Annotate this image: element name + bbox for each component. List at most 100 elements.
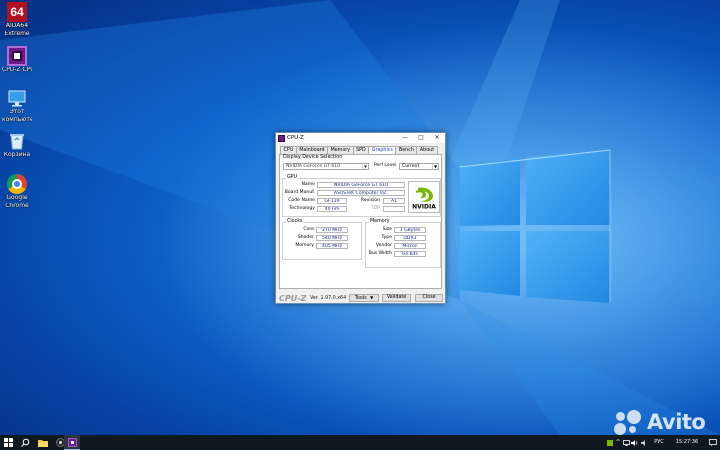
- windows-start-icon: [3, 438, 13, 447]
- bus-width-label: Bus Width: [368, 251, 392, 256]
- close-window-button[interactable]: ✕: [429, 133, 445, 143]
- bus-width-value: 64 bits: [394, 251, 426, 257]
- perf-level-value: Current: [402, 164, 420, 169]
- tab-graphics[interactable]: Graphics: [368, 146, 397, 154]
- validate-button[interactable]: Validate: [382, 294, 411, 302]
- tab-cpu[interactable]: CPU: [280, 146, 297, 154]
- shader-clock-label: Shader: [297, 235, 314, 240]
- title-bar[interactable]: CPU-Z — □ ✕: [276, 133, 445, 143]
- version-text: Ver. 1.97.0.x64: [310, 296, 347, 301]
- board-manuf-value: ASUSTeK Computer Inc.: [317, 190, 405, 196]
- tools-button[interactable]: Tools ▼: [349, 294, 379, 302]
- tools-button-label: Tools: [354, 296, 367, 301]
- technology-value: 40 nm: [317, 206, 347, 212]
- tab-bench[interactable]: Bench: [395, 146, 418, 154]
- desktop-icon-label: Extreme: [4, 30, 30, 37]
- maximize-button[interactable]: □: [413, 133, 429, 143]
- revision-label: Revision: [360, 198, 380, 203]
- chevron-down-icon: ▼: [362, 164, 368, 169]
- tab-spd[interactable]: SPD: [352, 146, 370, 154]
- taskbar: ^ РУС 15:27:36: [0, 435, 720, 450]
- start-button[interactable]: [0, 435, 16, 450]
- cpuz-brand-logo: CPU-Z: [279, 294, 307, 303]
- desktop-icon-recycle-bin[interactable]: Корзина: [2, 131, 32, 159]
- speaker-mute-icon[interactable]: [640, 435, 648, 450]
- desktop-icon-label: Chrome: [5, 202, 29, 209]
- tdp-value: [383, 206, 405, 212]
- minimize-button[interactable]: —: [397, 133, 413, 143]
- tab-about[interactable]: About: [416, 146, 438, 154]
- taskbar-cpuz-button[interactable]: [64, 435, 80, 450]
- code-name-label: Code Name: [288, 198, 315, 203]
- chevron-down-icon: ▼: [370, 295, 374, 300]
- nvidia-logo-icon: NVIDIA: [408, 181, 440, 213]
- memory-clock-label: Memory: [295, 243, 314, 248]
- perf-level-label: Perf Level: [374, 163, 397, 168]
- window-title: CPU-Z: [287, 135, 304, 141]
- memory-vendor-label: Vendor: [375, 243, 392, 248]
- search-icon: [20, 438, 29, 447]
- gpu-group-label: GPU: [286, 175, 299, 181]
- revision-value: A1: [383, 198, 405, 204]
- desktop-icon-label: Этот: [9, 109, 25, 115]
- cpuz-icon: [67, 438, 77, 447]
- tab-bar: CPU Mainboard Memory SPD Graphics Bench …: [280, 146, 438, 154]
- desktop-icon-label: CPU-Z CPU-Z: [2, 67, 32, 73]
- display-device-value: NVIDIA GeForce GT 610: [286, 164, 341, 169]
- svg-text:NVIDIA: NVIDIA: [412, 204, 436, 211]
- desktop-icon-label: Корзина: [3, 152, 31, 158]
- avito-watermark: Avito: [614, 409, 706, 435]
- clocks-group-label: Clocks: [286, 219, 304, 225]
- core-clock-label: Core: [303, 227, 314, 232]
- graphics-panel: Display Device Selection NVIDIA GeForce …: [279, 154, 442, 289]
- file-explorer-button[interactable]: [35, 435, 51, 450]
- search-button[interactable]: [17, 435, 33, 450]
- gpu-name-label: Name: [301, 182, 315, 187]
- board-manuf-label: Board Manuf.: [284, 190, 315, 195]
- computer-icon: [7, 88, 27, 108]
- cpuz-app-icon: [278, 134, 285, 142]
- desktop-icon-label: AIDA64: [5, 23, 29, 29]
- chevron-down-icon: ▼: [432, 164, 438, 169]
- code-name-value: GF119: [317, 198, 347, 204]
- tab-memory[interactable]: Memory: [327, 146, 354, 154]
- tdp-label: TDP: [370, 206, 380, 211]
- desktop-icon-aida64[interactable]: 64 AIDA64 Extreme: [2, 2, 32, 37]
- cpuz-footer: CPU-Z Ver. 1.97.0.x64 Tools ▼ Validate C…: [276, 293, 445, 304]
- cpuz-icon: [7, 46, 27, 66]
- memory-type-value: DDR3: [394, 235, 426, 241]
- avito-watermark-text: Avito: [647, 410, 706, 434]
- desktop-icon-label: Google: [6, 195, 28, 201]
- chevron-up-icon[interactable]: ^: [614, 435, 622, 450]
- display-device-selection-label: Display Device Selection: [282, 155, 344, 161]
- memory-group-label: Memory: [369, 219, 391, 225]
- desktop-icon-cpuz[interactable]: CPU-Z CPU-Z: [2, 46, 32, 74]
- memory-size-label: Size: [382, 227, 392, 232]
- desktop-icon-chrome[interactable]: Google Chrome: [2, 174, 32, 209]
- nvidia-tray-icon[interactable]: [606, 435, 614, 450]
- cpuz-window: CPU-Z — □ ✕ CPU Mainboard Memory SPD Gra…: [275, 132, 446, 304]
- taskbar-clock[interactable]: 15:27:36: [670, 435, 704, 450]
- close-button[interactable]: Close: [415, 294, 443, 302]
- folder-icon: [38, 439, 48, 447]
- volume-icon[interactable]: [630, 435, 639, 450]
- memory-size-value: 1 GBytes: [394, 227, 426, 233]
- perf-level-select[interactable]: Current ▼: [399, 163, 439, 170]
- desktop-icon-label: компьютер: [2, 116, 32, 123]
- memory-clock-value: 405 MHz: [316, 243, 348, 249]
- network-icon[interactable]: [622, 435, 630, 450]
- avito-logo-icon: [614, 409, 644, 435]
- aida64-icon: 64: [7, 2, 27, 22]
- memory-type-label: Type: [381, 235, 392, 240]
- desktop-icon-this-pc[interactable]: Этот компьютер: [2, 88, 32, 123]
- gpu-name-value: NVIDIA GeForce GT 610: [317, 182, 405, 188]
- display-device-select[interactable]: NVIDIA GeForce GT 610 ▼: [283, 163, 369, 170]
- language-indicator[interactable]: РУС: [650, 435, 668, 450]
- tab-mainboard[interactable]: Mainboard: [295, 146, 329, 154]
- memory-vendor-value: Micron: [394, 243, 426, 249]
- core-clock-value: 270 MHz: [316, 227, 348, 233]
- notifications-icon[interactable]: [705, 435, 720, 450]
- recycle-bin-icon: [7, 131, 27, 151]
- chrome-icon: [7, 174, 27, 194]
- technology-label: Technology: [289, 206, 315, 211]
